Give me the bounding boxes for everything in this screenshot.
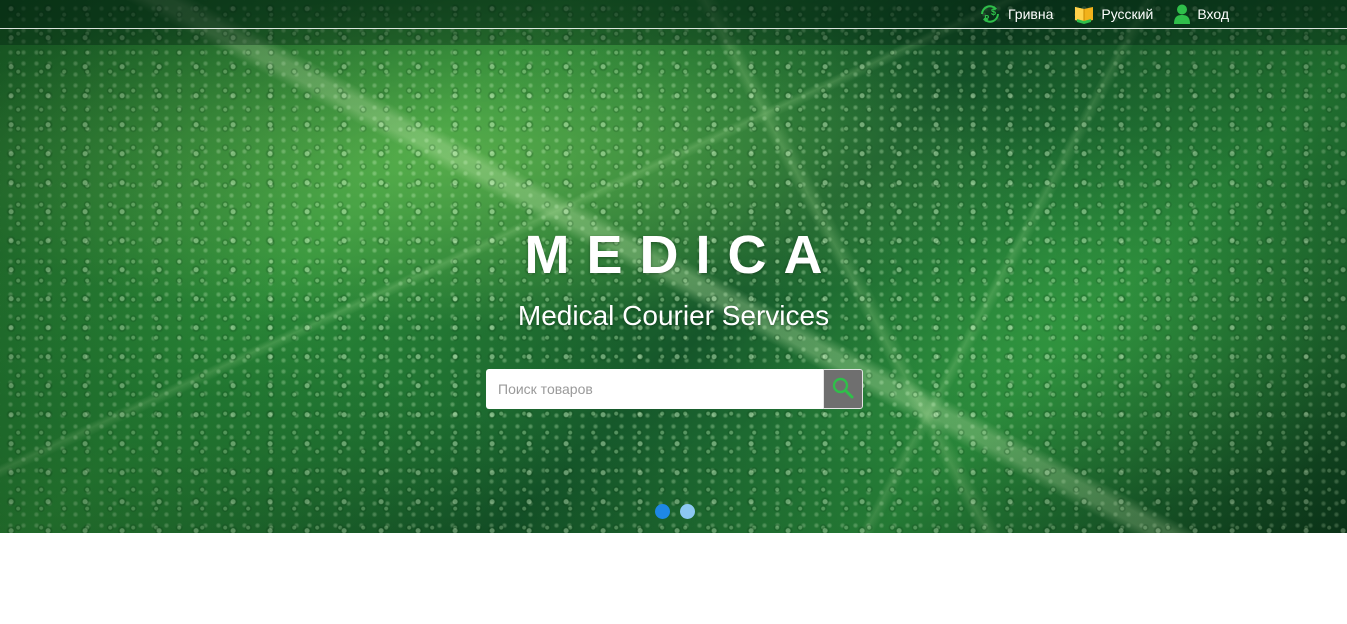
language-selector[interactable]: Русский (1073, 3, 1153, 25)
product-search-form (486, 369, 863, 409)
svg-text:$: $ (991, 7, 996, 17)
currency-selector[interactable]: $ ₽ Гривна (978, 3, 1053, 25)
slide-dot-2[interactable] (680, 504, 695, 519)
currency-exchange-icon: $ ₽ (978, 3, 1002, 25)
brand-tagline: Medical Courier Services (517, 300, 830, 331)
top-navigation: $ ₽ Гривна Русский Вход (978, 3, 1229, 25)
book-flag-icon (1073, 4, 1095, 24)
slider-pagination (655, 504, 695, 519)
search-input[interactable] (486, 369, 823, 409)
brand-title: MEDICA (524, 225, 840, 285)
currency-label: Гривна (1008, 6, 1054, 22)
login-label: Вход (1197, 6, 1229, 22)
search-button[interactable] (823, 369, 863, 409)
svg-text:₽: ₽ (984, 14, 989, 23)
language-label: Русский (1101, 6, 1154, 22)
user-icon (1173, 4, 1191, 24)
login-link[interactable]: Вход (1173, 3, 1229, 25)
topbar-shadow (0, 29, 1347, 45)
magnifier-icon (831, 376, 855, 403)
slide-dot-1[interactable] (655, 504, 670, 519)
hero-content: MEDICA Medical Courier Services (0, 0, 1347, 533)
